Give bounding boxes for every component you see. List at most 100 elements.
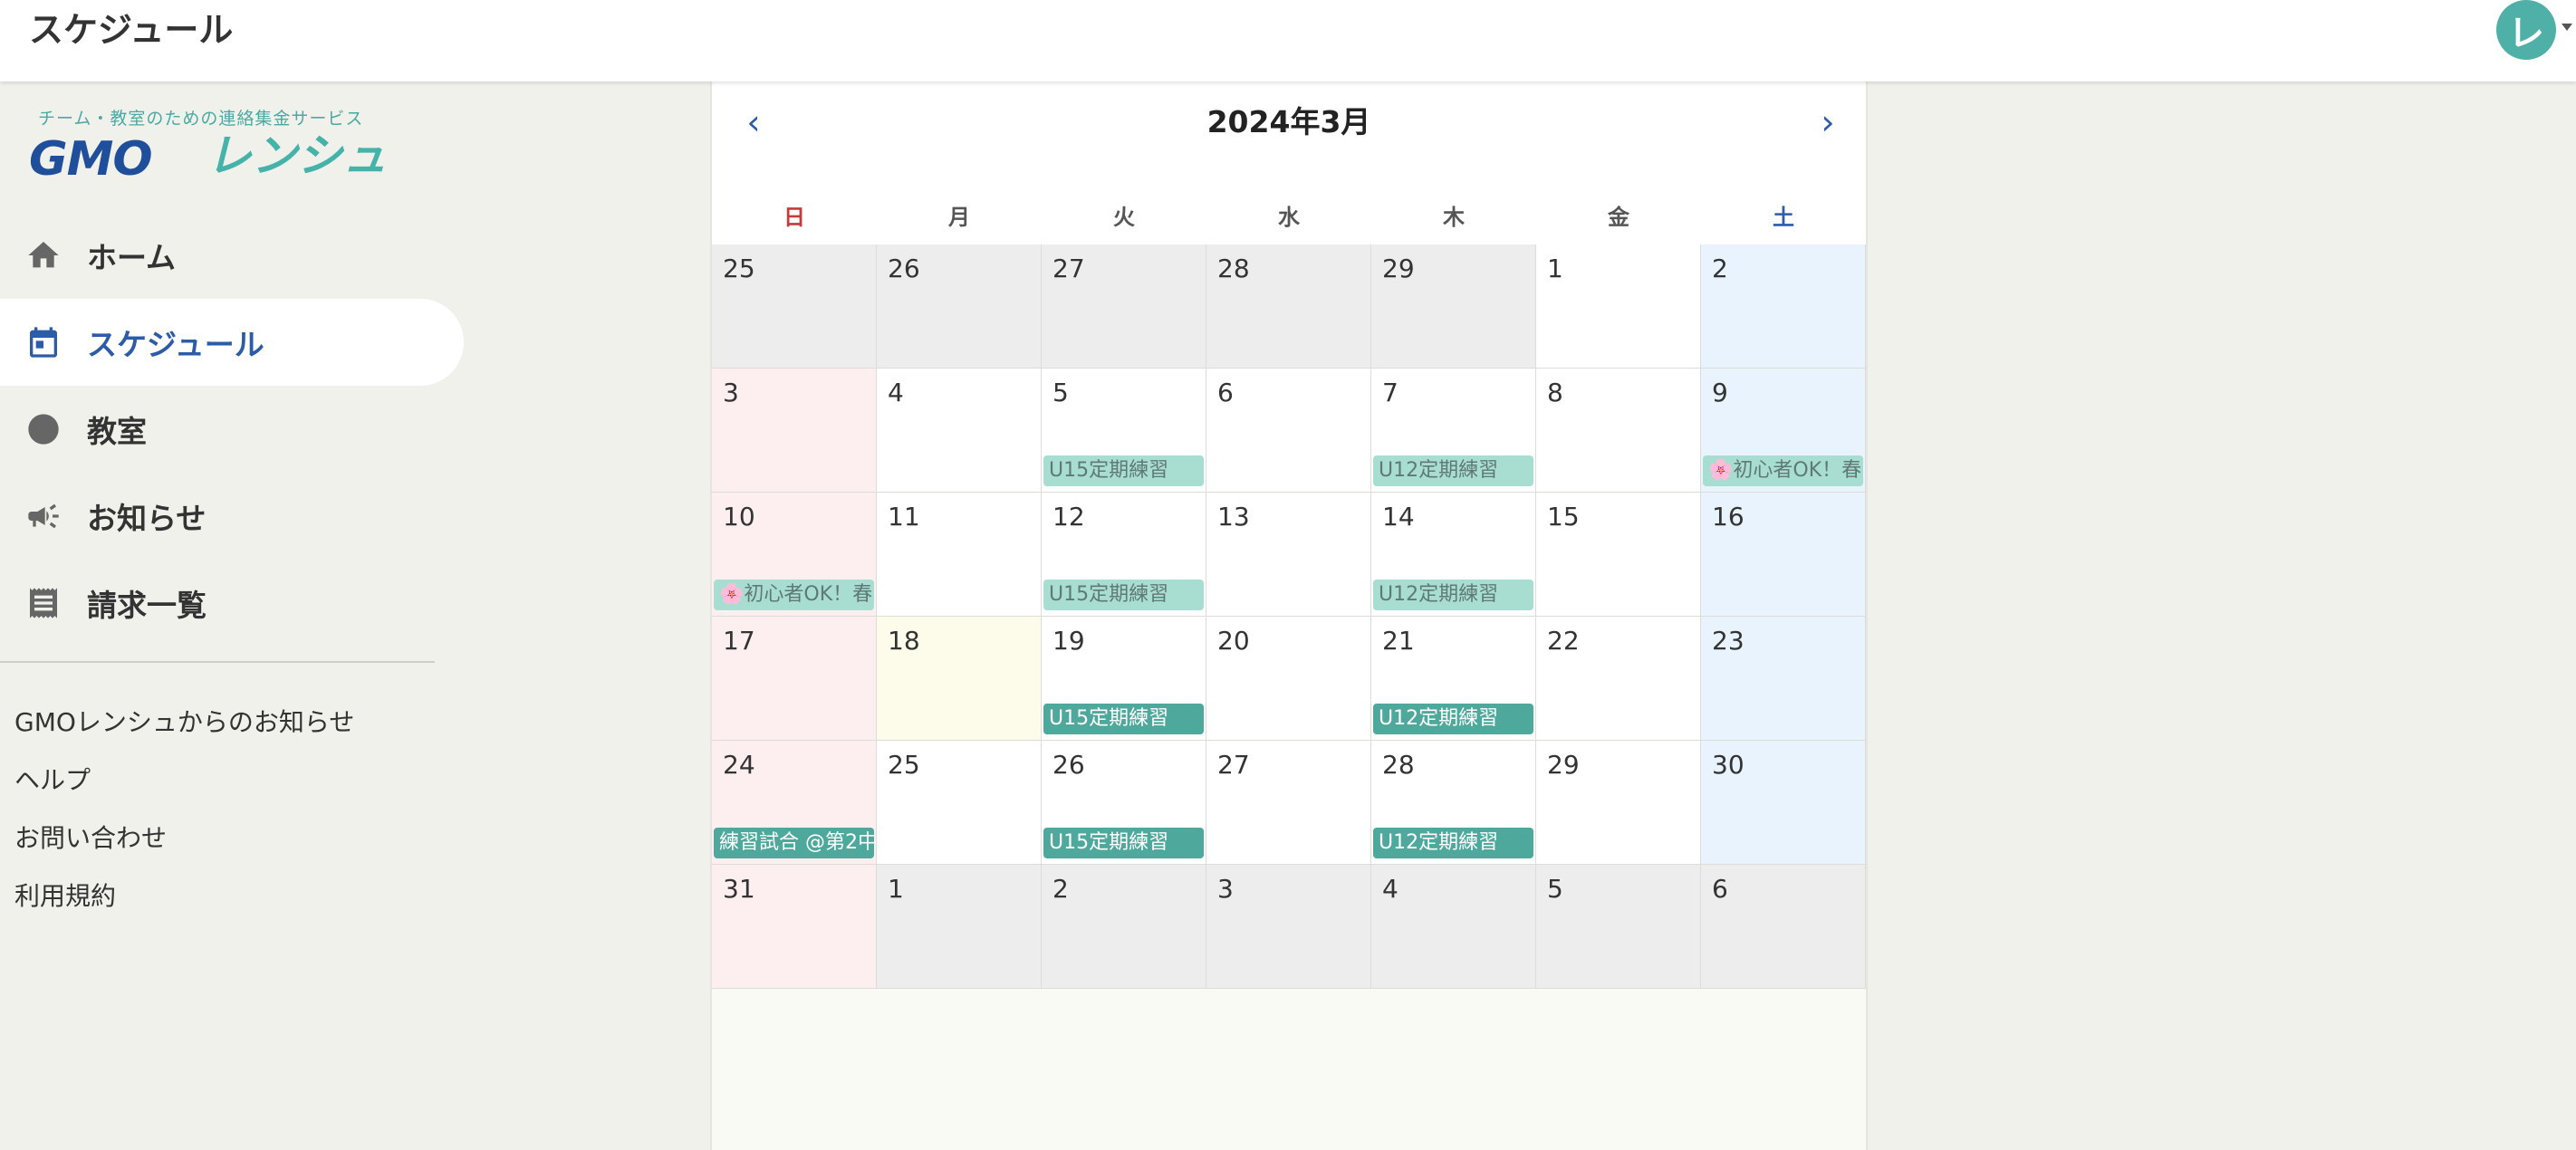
day-cell[interactable]: 19 U15定期練習 — [1042, 617, 1206, 741]
sidebar-item-label: スケジュール — [87, 327, 264, 362]
day-number: 27 — [1217, 750, 1250, 780]
weekday-label: 日 — [783, 205, 805, 230]
sidebar-item-notices[interactable]: お知らせ — [0, 473, 464, 560]
day-cell[interactable]: 13 — [1206, 493, 1371, 617]
day-number: 31 — [723, 874, 755, 904]
day-number: 8 — [1547, 378, 1563, 407]
day-cell[interactable]: 11 — [877, 493, 1042, 617]
day-number: 18 — [888, 626, 920, 656]
day-cell[interactable]: 7 U12定期練習 — [1371, 369, 1536, 493]
caret-down-icon[interactable] — [2562, 24, 2572, 31]
event-chip[interactable]: U15定期練習 — [1043, 580, 1204, 610]
sidebar-item-label: ホーム — [87, 240, 177, 275]
day-number: 7 — [1382, 378, 1399, 407]
day-number: 20 — [1217, 626, 1250, 656]
event-chip[interactable]: U12定期練習 — [1373, 828, 1533, 858]
day-cell[interactable]: 10 🌸初心者OK！春の — [712, 493, 877, 617]
weekday-label: 木 — [1443, 205, 1465, 230]
sidebar-item-invoices[interactable]: 請求一覧 — [0, 560, 464, 647]
day-cell[interactable]: 25 — [712, 244, 877, 369]
weekday-label: 水 — [1278, 205, 1300, 230]
event-chip[interactable]: 🌸初心者OK！春の — [1703, 455, 1863, 486]
link-contact[interactable]: お問い合わせ — [14, 819, 167, 855]
day-cell[interactable]: 6 — [1701, 865, 1866, 989]
sidebar-item-classroom[interactable]: 教室 — [0, 386, 464, 473]
day-cell[interactable]: 24 練習試合 @第2中 — [712, 741, 877, 865]
day-cell[interactable]: 25 — [877, 741, 1042, 865]
day-cell[interactable]: 31 — [712, 865, 877, 989]
day-cell[interactable]: 16 — [1701, 493, 1866, 617]
day-cell[interactable]: 2 — [1042, 865, 1206, 989]
day-cell[interactable]: 3 — [712, 369, 877, 493]
event-chip[interactable]: U12定期練習 — [1373, 580, 1533, 610]
day-cell[interactable]: 27 — [1042, 244, 1206, 369]
day-number: 23 — [1712, 626, 1745, 656]
sidebar-item-label: お知らせ — [87, 501, 207, 536]
event-chip[interactable]: 練習試合 @第2中 — [714, 828, 874, 858]
day-cell[interactable]: 30 — [1701, 741, 1866, 865]
calendar: 2024年3月 ‹ › 日月火水木金土 25 26 27 28 29 1 2 3 4 5 U15定期… — [710, 81, 1868, 1150]
weekday-label: 金 — [1608, 205, 1629, 230]
event-chip[interactable]: U12定期練習 — [1373, 704, 1533, 734]
day-cell[interactable]: 5 — [1536, 865, 1701, 989]
app-header: スケジュール レ — [0, 0, 2576, 81]
day-cell[interactable]: 26 — [877, 244, 1042, 369]
prev-month-button[interactable]: ‹ — [735, 100, 772, 145]
day-number: 28 — [1382, 750, 1415, 780]
day-cell[interactable]: 28 — [1206, 244, 1371, 369]
day-number: 16 — [1712, 502, 1745, 532]
day-cell[interactable]: 4 — [877, 369, 1042, 493]
event-chip[interactable]: U15定期練習 — [1043, 455, 1204, 486]
event-chip[interactable]: 🌸初心者OK！春の — [714, 580, 874, 610]
day-number: 26 — [888, 254, 920, 283]
next-month-button[interactable]: › — [1810, 100, 1846, 145]
day-number: 3 — [1217, 874, 1234, 904]
day-cell[interactable]: 26 U15定期練習 — [1042, 741, 1206, 865]
day-cell[interactable]: 6 — [1206, 369, 1371, 493]
invoice-icon — [24, 583, 63, 623]
day-cell[interactable]: 27 — [1206, 741, 1371, 865]
day-cell[interactable]: 9 🌸初心者OK！春の — [1701, 369, 1866, 493]
day-cell[interactable]: 1 — [1536, 244, 1701, 369]
day-cell[interactable]: 20 — [1206, 617, 1371, 741]
day-cell[interactable]: 23 — [1701, 617, 1866, 741]
day-number: 9 — [1712, 378, 1728, 407]
day-number: 17 — [723, 626, 755, 656]
day-cell[interactable]: 2 — [1701, 244, 1866, 369]
page-title: スケジュール — [29, 10, 234, 50]
day-number: 26 — [1053, 750, 1085, 780]
day-cell[interactable]: 14 U12定期練習 — [1371, 493, 1536, 617]
day-cell[interactable]: 18 — [877, 617, 1042, 741]
day-cell[interactable]: 22 — [1536, 617, 1701, 741]
user-avatar[interactable]: レ — [2496, 0, 2556, 60]
day-cell[interactable]: 15 — [1536, 493, 1701, 617]
day-number: 1 — [888, 874, 904, 904]
link-gmo-notices[interactable]: GMOレンシュからのお知らせ — [14, 703, 354, 739]
day-cell[interactable]: 28 U12定期練習 — [1371, 741, 1536, 865]
day-cell[interactable]: 3 — [1206, 865, 1371, 989]
day-number: 13 — [1217, 502, 1250, 532]
link-terms[interactable]: 利用規約 — [14, 877, 116, 913]
event-chip[interactable]: U12定期練習 — [1373, 455, 1533, 486]
sidebar-item-home[interactable]: ホーム — [0, 212, 464, 299]
day-cell[interactable]: 21 U12定期練習 — [1371, 617, 1536, 741]
day-cell[interactable]: 4 — [1371, 865, 1536, 989]
sidebar-item-schedule[interactable]: スケジュール — [0, 299, 464, 386]
home-icon — [24, 235, 63, 275]
event-chip[interactable]: U15定期練習 — [1043, 704, 1204, 734]
event-chip[interactable]: U15定期練習 — [1043, 828, 1204, 858]
month-title: 2024年3月 — [1206, 104, 1371, 139]
day-cell[interactable]: 8 — [1536, 369, 1701, 493]
day-cell[interactable]: 5 U15定期練習 — [1042, 369, 1206, 493]
day-cell[interactable]: 17 — [712, 617, 877, 741]
day-cell[interactable]: 1 — [877, 865, 1042, 989]
sidebar-divider — [0, 661, 435, 663]
day-cell[interactable]: 12 U15定期練習 — [1042, 493, 1206, 617]
link-help[interactable]: ヘルプ — [14, 761, 91, 797]
day-number: 29 — [1547, 750, 1580, 780]
day-cell[interactable]: 29 — [1536, 741, 1701, 865]
day-cell[interactable]: 29 — [1371, 244, 1536, 369]
day-number: 14 — [1382, 502, 1415, 532]
day-number: 4 — [888, 378, 904, 407]
day-number: 22 — [1547, 626, 1580, 656]
